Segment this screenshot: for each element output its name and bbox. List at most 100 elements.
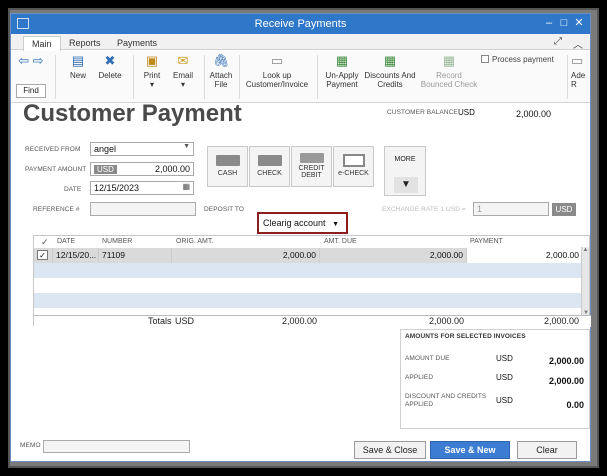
payment-amount-field[interactable]: USD 2,000.00	[90, 162, 194, 176]
discount-value: 0.00	[566, 400, 584, 410]
maximize-icon[interactable]: □	[557, 16, 571, 30]
column-header-check[interactable]: ✓	[41, 235, 49, 247]
process-payment-checkbox[interactable]: Process payment	[481, 55, 554, 64]
lookup-icon: ▭	[270, 53, 284, 68]
column-header-date[interactable]: DATE	[57, 236, 75, 247]
table-row[interactable]: ✓ 12/15/20... 71109 2,000.00 2,000.00 2,…	[34, 248, 583, 263]
table-row[interactable]	[34, 293, 583, 308]
delete-button[interactable]: ✖ Delete	[94, 53, 126, 81]
received-from-dropdown[interactable]: angel ▼	[90, 142, 194, 156]
check-icon	[257, 155, 282, 166]
column-header-orig-amt[interactable]: ORIG. AMT.	[176, 236, 213, 247]
card-icon: ▭	[571, 53, 584, 68]
print-button[interactable]: ▣ Print ▾	[138, 53, 166, 90]
record-bounced-check-button[interactable]: ▦ Record Bounced Check	[419, 53, 479, 90]
table-row[interactable]	[34, 278, 583, 293]
payment-amount-label: PAYMENT AMOUNT	[25, 166, 87, 173]
find-button[interactable]: Find	[16, 84, 46, 98]
totals-payment: 2,000.00	[543, 316, 579, 326]
customer-balance-value: 2,000.00	[515, 109, 551, 119]
memo-label: MEMO	[20, 442, 41, 449]
deposit-to-dropdown[interactable]: Clearig account ▼	[263, 218, 339, 228]
prev-next-arrows-icon[interactable]: ⇦ ⇨	[16, 54, 46, 68]
tab-reports[interactable]: Reports	[61, 36, 109, 51]
lookup-customer-invoice-button[interactable]: ▭ Look up Customer/Invoice	[244, 53, 310, 90]
chevron-down-icon[interactable]: ▼	[394, 177, 418, 193]
totals-row: Totals USD 2,000.00 2,000.00 2,000.00	[34, 315, 591, 327]
payment-method-check[interactable]: CHECK	[249, 146, 290, 187]
tab-bar: Main Reports Payments ⤢ ︿	[11, 34, 590, 51]
applied-currency: USD	[496, 373, 513, 382]
reference-label: REFERENCE #	[33, 206, 80, 213]
unapply-icon: ▦	[335, 53, 349, 68]
panel-title: AMOUNTS FOR SELECTED INVOICES	[405, 333, 526, 340]
save-close-button[interactable]: Save & Close	[354, 441, 426, 459]
row-payment-field[interactable]: 2,000.00	[467, 248, 583, 263]
attach-file-button[interactable]: 🖇 Attach File	[207, 53, 235, 90]
bounced-check-icon: ▦	[442, 53, 456, 68]
paperclip-icon: 🖇	[212, 53, 230, 68]
clear-button[interactable]: Clear	[517, 441, 577, 459]
totals-orig-amt: 2,000.00	[281, 316, 317, 326]
reference-field[interactable]	[90, 202, 196, 216]
applied-label: APPLIED	[405, 374, 434, 381]
nav-arrows[interactable]: ⇦ ⇨	[16, 54, 46, 71]
table-row[interactable]	[34, 263, 583, 278]
envelope-icon: ✉	[177, 53, 189, 68]
date-field[interactable]: 12/15/2023 ▦	[90, 181, 194, 195]
discount-credits-label: DISCOUNT AND CREDITS APPLIED	[405, 393, 487, 408]
exchange-rate-label: EXCHANGE RATE 1 USD =	[382, 206, 466, 213]
tab-main[interactable]: Main	[23, 36, 61, 51]
collapse-ribbon-icon[interactable]: ︿	[573, 36, 583, 51]
receive-payments-window: Receive Payments – □ ✕ Main Reports Paym…	[10, 13, 591, 462]
payment-method-echeck[interactable]: e-CHECK	[333, 146, 374, 187]
more-payment-methods-button[interactable]: MORE ▼	[384, 146, 426, 196]
printer-icon: ▣	[145, 53, 159, 68]
chevron-down-icon: ▼	[332, 221, 339, 228]
new-button[interactable]: ▤ New	[63, 54, 93, 81]
column-header-amt-due[interactable]: AMT. DUE	[324, 236, 357, 247]
table-scrollbar[interactable]: ▲ ▼	[581, 247, 589, 316]
ribbon-toolbar: ⇦ ⇨ Find ▤ New ✖ Delete ▣ Print ▾ ✉ Email…	[11, 51, 590, 103]
close-icon[interactable]: ✕	[572, 16, 586, 30]
invoice-table: ✓ DATE NUMBER ORIG. AMT. AMT. DUE PAYMEN…	[33, 235, 591, 327]
checkbox-icon[interactable]	[481, 55, 489, 63]
discount-currency: USD	[496, 396, 513, 405]
expand-icon[interactable]: ⤢	[554, 36, 562, 47]
delete-x-icon: ✖	[104, 53, 116, 68]
payment-method-credit-debit[interactable]: CREDIT DEBIT	[291, 146, 332, 187]
row-orig-amt: 2,000.00	[172, 248, 320, 263]
column-header-payment[interactable]: PAYMENT	[470, 236, 503, 247]
save-new-button[interactable]: Save & New	[430, 441, 510, 459]
echeck-monitor-icon	[342, 154, 365, 167]
exchange-rate-field[interactable]: 1	[473, 202, 549, 216]
email-button[interactable]: ✉ Email ▾	[168, 53, 198, 90]
row-number: 71109	[99, 248, 172, 263]
page-title: Customer Payment	[23, 100, 242, 127]
amount-due-label: AMOUNT DUE	[405, 355, 450, 362]
totals-amt-due: 2,000.00	[428, 316, 464, 326]
title-bar: Receive Payments – □ ✕	[11, 14, 590, 34]
discounts-icon: ▦	[383, 53, 397, 68]
unapply-payment-button[interactable]: ▦ Un-Apply Payment	[320, 53, 364, 90]
add-credit-card-button[interactable]: ▭ Ade R	[571, 53, 589, 90]
applied-value: 2,000.00	[548, 376, 584, 386]
discounts-credits-button[interactable]: ▦ Discounts And Credits	[363, 53, 417, 90]
date-label: DATE	[64, 186, 82, 193]
checkmark-icon[interactable]: ✓	[37, 250, 48, 260]
currency-badge: USD	[94, 165, 117, 174]
column-header-number[interactable]: NUMBER	[102, 236, 132, 247]
scroll-up-icon[interactable]: ▲	[582, 247, 589, 253]
row-checkbox[interactable]: ✓	[34, 248, 53, 263]
memo-field[interactable]	[43, 440, 190, 453]
calendar-icon[interactable]: ▦	[182, 182, 190, 191]
row-date: 12/15/20...	[53, 248, 99, 263]
payment-method-cash[interactable]: CASH	[207, 146, 248, 187]
totals-label: Totals	[148, 316, 172, 326]
chevron-down-icon: ▼	[183, 143, 190, 150]
tab-payments[interactable]: Payments	[109, 36, 165, 51]
amount-due-value: 2,000.00	[548, 356, 584, 366]
minimize-icon[interactable]: –	[542, 16, 556, 30]
window-title: Receive Payments	[254, 18, 347, 30]
row-amt-due: 2,000.00	[320, 248, 467, 263]
